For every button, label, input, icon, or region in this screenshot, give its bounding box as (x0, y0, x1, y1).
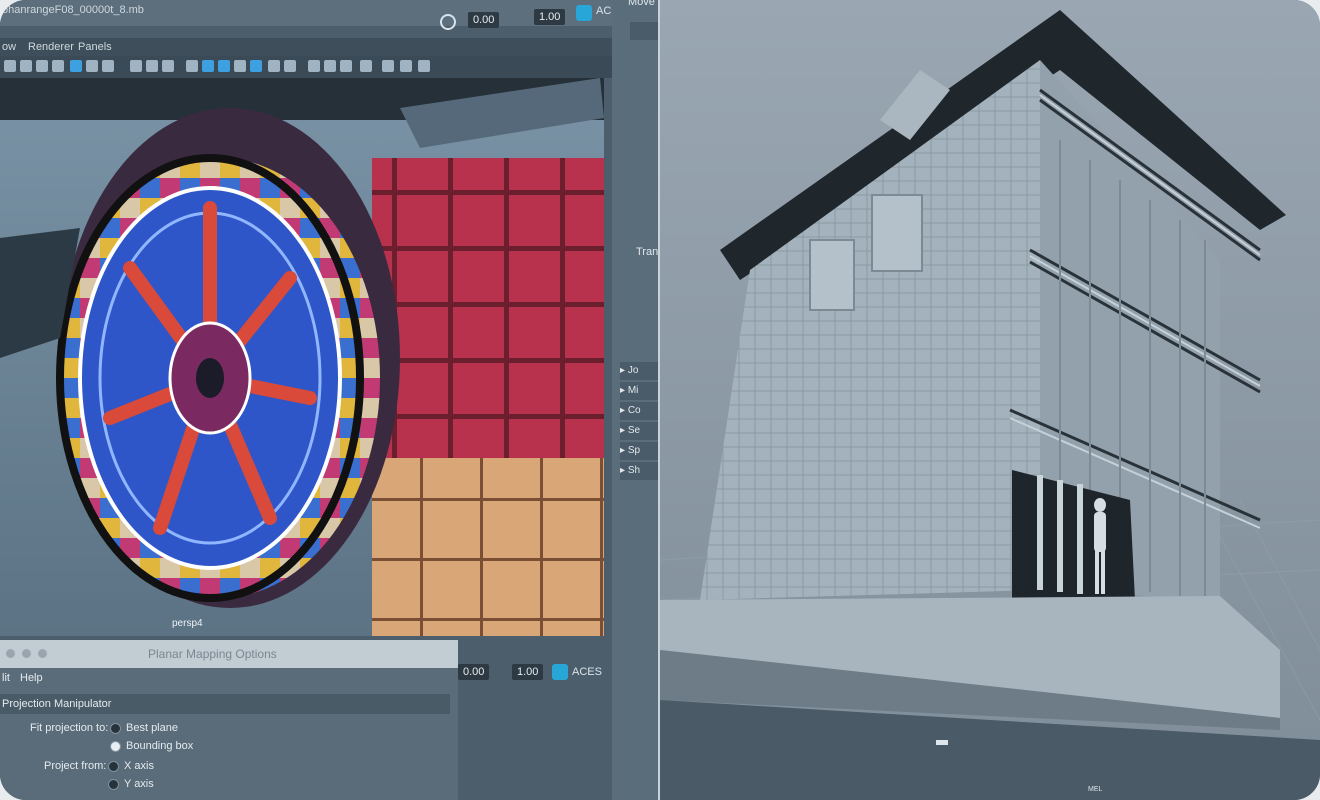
section-title: Projection Manipulator (2, 698, 112, 710)
shadow-icon[interactable] (250, 60, 262, 72)
cube-icon[interactable] (186, 60, 198, 72)
section-se[interactable]: ▸ Se (620, 422, 660, 440)
fit-projection-label: Fit projection to: (30, 722, 109, 734)
close-icon[interactable] (6, 649, 15, 658)
radio-best-plane[interactable] (110, 723, 121, 734)
menu-renderer[interactable]: Renderer (28, 41, 74, 53)
attribute-side-panel: ▸ Jo ▸ Mi ▸ Co ▸ Se ▸ Sp ▸ Sh (612, 0, 660, 800)
exposure-field-2[interactable]: 0.00 (458, 664, 490, 680)
settings-gear-icon[interactable] (440, 14, 456, 30)
camera-icon[interactable] (268, 60, 280, 72)
circle-icon[interactable] (340, 60, 352, 72)
copy-icon[interactable] (400, 60, 412, 72)
dialog-title: Planar Mapping Options (148, 647, 277, 661)
viewport-icon-toolbar (0, 56, 620, 78)
option-best-plane: Best plane (126, 722, 178, 734)
textured-icon[interactable] (162, 60, 174, 72)
section-joints[interactable]: ▸ Jo (620, 362, 660, 380)
section-sp[interactable]: ▸ Sp (620, 442, 660, 460)
xray-icon[interactable] (218, 60, 230, 72)
menu-help[interactable]: Help (20, 672, 43, 684)
frame-icon[interactable] (102, 60, 114, 72)
transform-label: Tran (636, 246, 659, 258)
lasso-tool-icon[interactable] (20, 60, 32, 72)
isolate-icon[interactable] (202, 60, 214, 72)
menu-edit[interactable]: lit (2, 672, 10, 684)
radio-y-axis[interactable] (108, 779, 119, 790)
status-text: MEL (1088, 786, 1103, 793)
3d-viewport[interactable] (0, 78, 604, 636)
left-screen-maya: ohanrangeF08_00000t_8.mb 0.00 1.00 ACES … (0, 0, 660, 800)
colorspace-label-2: ACES (572, 666, 602, 678)
zoom-icon[interactable] (38, 649, 47, 658)
gamma-field-2[interactable]: 1.00 (512, 664, 544, 680)
wireframe-icon[interactable] (130, 60, 142, 72)
section-sh[interactable]: ▸ Sh (620, 462, 660, 480)
project-from-label: Project from: (44, 760, 107, 772)
building-scene (660, 0, 1320, 800)
exposure-field[interactable]: 0.00 (468, 12, 500, 28)
option-y-axis: Y axis (124, 778, 154, 790)
dot-icon[interactable] (308, 60, 320, 72)
screenshot-frame: ohanrangeF08_00000t_8.mb 0.00 1.00 ACES … (0, 0, 1320, 800)
section-co[interactable]: ▸ Co (620, 402, 660, 420)
minimize-icon[interactable] (22, 649, 31, 658)
right-screen-building-render: MEL (660, 0, 1320, 800)
viewport-menu-bar: ow Renderer Panels (0, 38, 620, 56)
tool-dropdown[interactable] (630, 22, 660, 40)
color-management-button-2[interactable] (552, 664, 568, 680)
option-bounding-box: Bounding box (126, 740, 194, 752)
layout-icon[interactable] (86, 60, 98, 72)
radio-bounding-box[interactable] (110, 741, 121, 752)
option-x-axis: X axis (124, 760, 154, 772)
menu-panels[interactable]: Panels (78, 41, 112, 53)
paste-icon[interactable] (418, 60, 430, 72)
section-mi[interactable]: ▸ Mi (620, 382, 660, 400)
brush-alt-icon[interactable] (324, 60, 336, 72)
grid-view-icon[interactable] (70, 60, 82, 72)
snap-icon[interactable] (382, 60, 394, 72)
window-title-bar: ohanrangeF08_00000t_8.mb (0, 0, 620, 26)
paint-tool-icon[interactable] (36, 60, 48, 72)
dialog-menu-bar: lit Help (0, 668, 458, 690)
menu-show[interactable]: ow (2, 41, 16, 53)
gamma-field[interactable]: 1.00 (534, 9, 566, 25)
curve-icon[interactable] (360, 60, 372, 72)
select-tool-icon[interactable] (4, 60, 16, 72)
shaded-icon[interactable] (146, 60, 158, 72)
window-title: ohanrangeF08_00000t_8.mb (2, 4, 144, 16)
color-management-button[interactable] (576, 5, 592, 21)
brush-icon[interactable] (52, 60, 64, 72)
viewport-camera-label: persp4 (172, 618, 203, 629)
render-icon[interactable] (284, 60, 296, 72)
move-tool-label: Move (628, 0, 655, 8)
section-header[interactable]: Projection Manipulator (0, 694, 450, 714)
radio-x-axis[interactable] (108, 761, 119, 772)
dialog-title-bar[interactable]: Planar Mapping Options (0, 640, 458, 668)
viewport-scene (0, 78, 604, 636)
planar-mapping-dialog: Planar Mapping Options lit Help Projecti… (0, 640, 458, 800)
light-icon[interactable] (234, 60, 246, 72)
